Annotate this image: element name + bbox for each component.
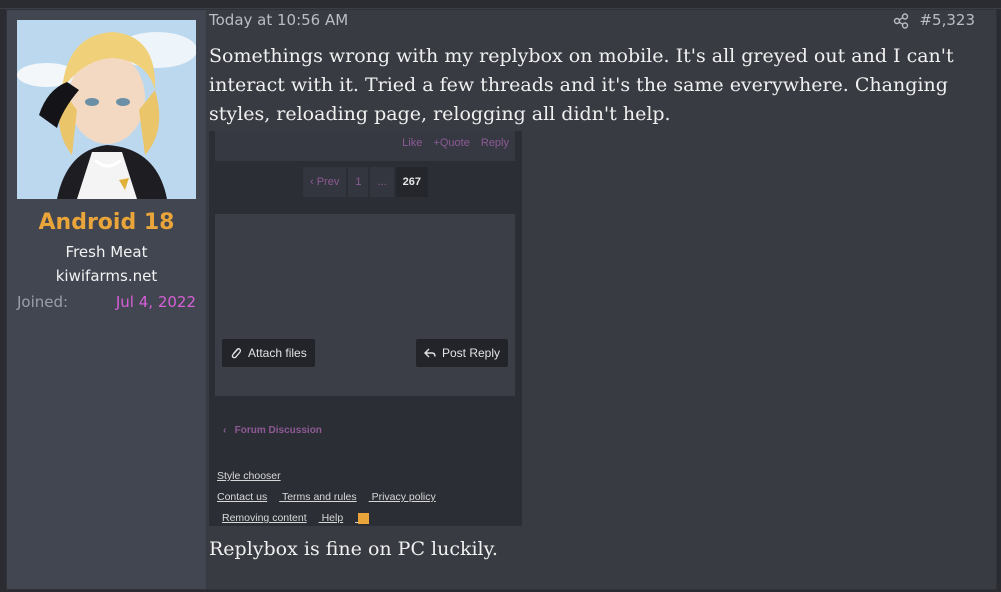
joined-label: Joined: bbox=[17, 293, 69, 311]
user-sidebar: Android 18 Fresh Meat kiwifarms.net Join… bbox=[7, 10, 207, 589]
post-message-end: Replybox is fine on PC luckily. bbox=[209, 538, 498, 560]
post-header: Today at 10:56 AM #5,323 bbox=[209, 11, 975, 33]
screenshot-footer-row-3: Removing content Help bbox=[222, 512, 381, 524]
screenshot-attach-label: Attach files bbox=[248, 346, 307, 360]
post-number[interactable]: #5,323 bbox=[919, 11, 975, 29]
screenshot-prev-post: Like +Quote Reply bbox=[215, 131, 515, 161]
screenshot-contact-us: Contact us bbox=[217, 491, 268, 503]
user-avatar[interactable] bbox=[17, 20, 196, 199]
screenshot-style-chooser: Style chooser bbox=[217, 470, 281, 482]
rss-icon bbox=[358, 512, 370, 524]
share-icon[interactable] bbox=[893, 13, 909, 29]
user-banner: kiwifarms.net bbox=[55, 267, 158, 285]
screenshot-privacy: Privacy policy bbox=[371, 491, 436, 503]
screenshot-post-reply-label: Post Reply bbox=[441, 346, 500, 360]
screenshot-pager-ellipsis: ... bbox=[370, 167, 394, 197]
screenshot-post-actions: Like +Quote Reply bbox=[394, 137, 509, 149]
screenshot-footer-row-1: Style chooser bbox=[217, 470, 293, 482]
joined-date: Jul 4, 2022 bbox=[115, 293, 196, 311]
screenshot-breadcrumb: ‹ Forum Discussion bbox=[223, 425, 322, 436]
screenshot-breadcrumb-label: Forum Discussion bbox=[234, 425, 322, 436]
screenshot-pager-first: 1 bbox=[348, 167, 369, 197]
paperclip-icon bbox=[231, 348, 242, 359]
screenshot-reply: Reply bbox=[480, 137, 509, 149]
attached-screenshot[interactable]: Like +Quote Reply ‹ Prev 1 ... 267 Attac… bbox=[209, 131, 522, 526]
avatar-image bbox=[17, 20, 196, 199]
screenshot-terms: Terms and rules bbox=[281, 491, 357, 503]
username[interactable]: Android 18 bbox=[7, 210, 206, 235]
screenshot-like: Like bbox=[402, 137, 423, 149]
screenshot-pager-prev: ‹ Prev bbox=[303, 167, 347, 197]
user-title: Fresh Meat bbox=[65, 243, 148, 261]
screenshot-post-reply-button: Post Reply bbox=[415, 339, 508, 367]
reply-arrow-icon bbox=[423, 348, 436, 358]
top-strip bbox=[0, 0, 1001, 9]
screenshot-footer-row-2: Contact us Terms and rules Privacy polic… bbox=[217, 491, 448, 503]
screenshot-removing-content: Removing content bbox=[222, 512, 307, 524]
post-message: Somethings wrong with my replybox on mob… bbox=[209, 45, 954, 125]
screenshot-help: Help bbox=[321, 512, 344, 524]
screenshot-pager-current: 267 bbox=[395, 167, 428, 197]
post-date[interactable]: Today at 10:56 AM bbox=[209, 11, 348, 29]
screenshot-attach-button: Attach files bbox=[222, 339, 315, 367]
screenshot-pager: ‹ Prev 1 ... 267 bbox=[303, 167, 428, 197]
screenshot-replybox: Attach files Post Reply bbox=[215, 214, 515, 396]
screenshot-quote: +Quote bbox=[433, 137, 470, 149]
